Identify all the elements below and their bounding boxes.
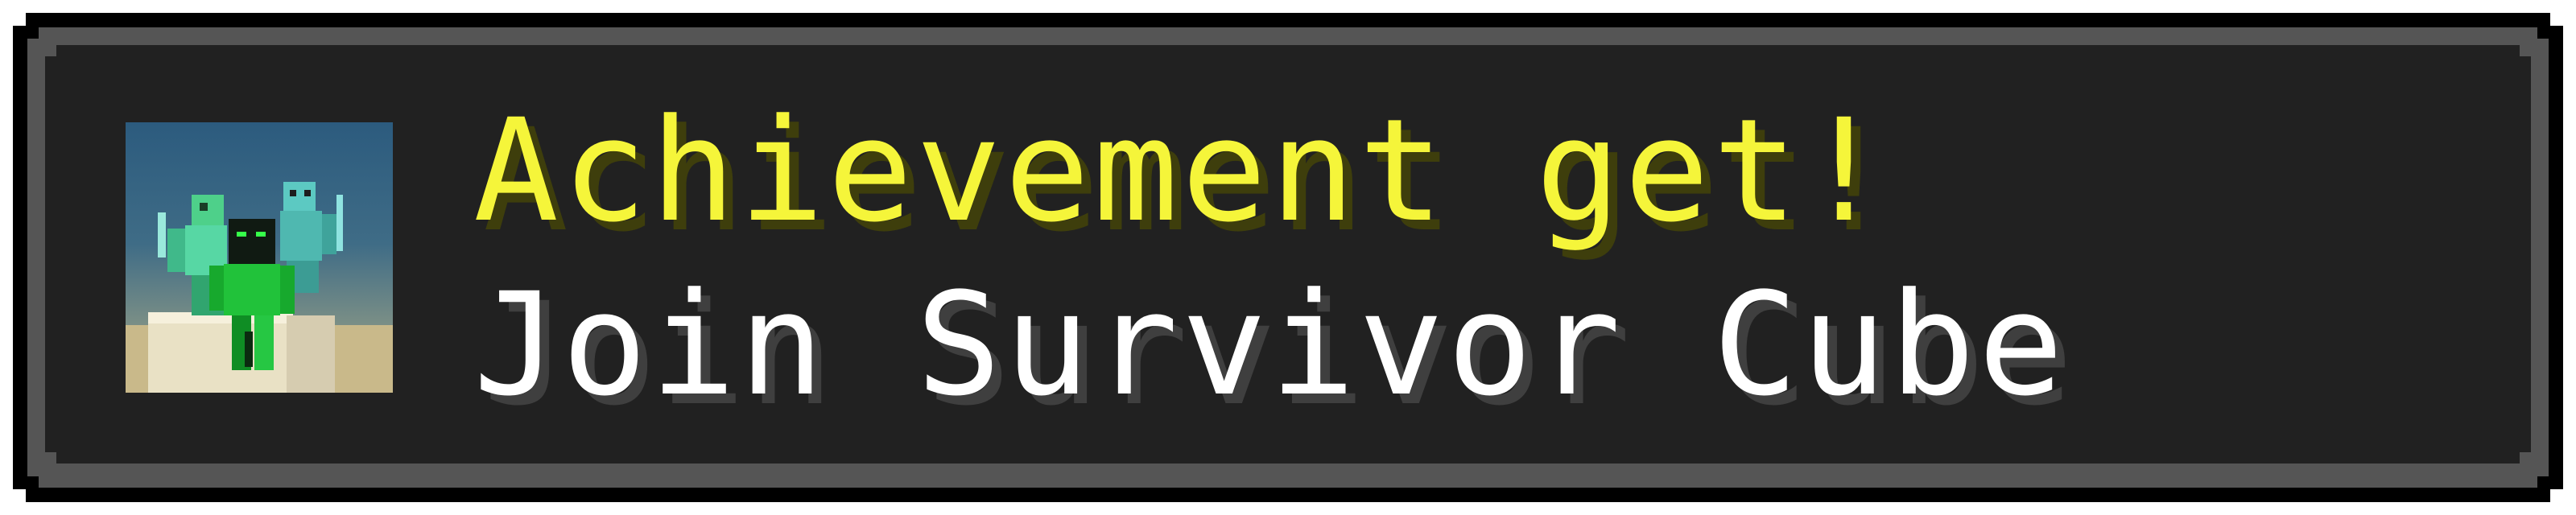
achievement-description: Join Survivor Cube (473, 262, 2067, 427)
achievement-title: Achievement get! (473, 89, 1890, 253)
server-icon (126, 122, 393, 393)
achievement-toast: Achievement get! Join Survivor Cube (0, 0, 2576, 515)
